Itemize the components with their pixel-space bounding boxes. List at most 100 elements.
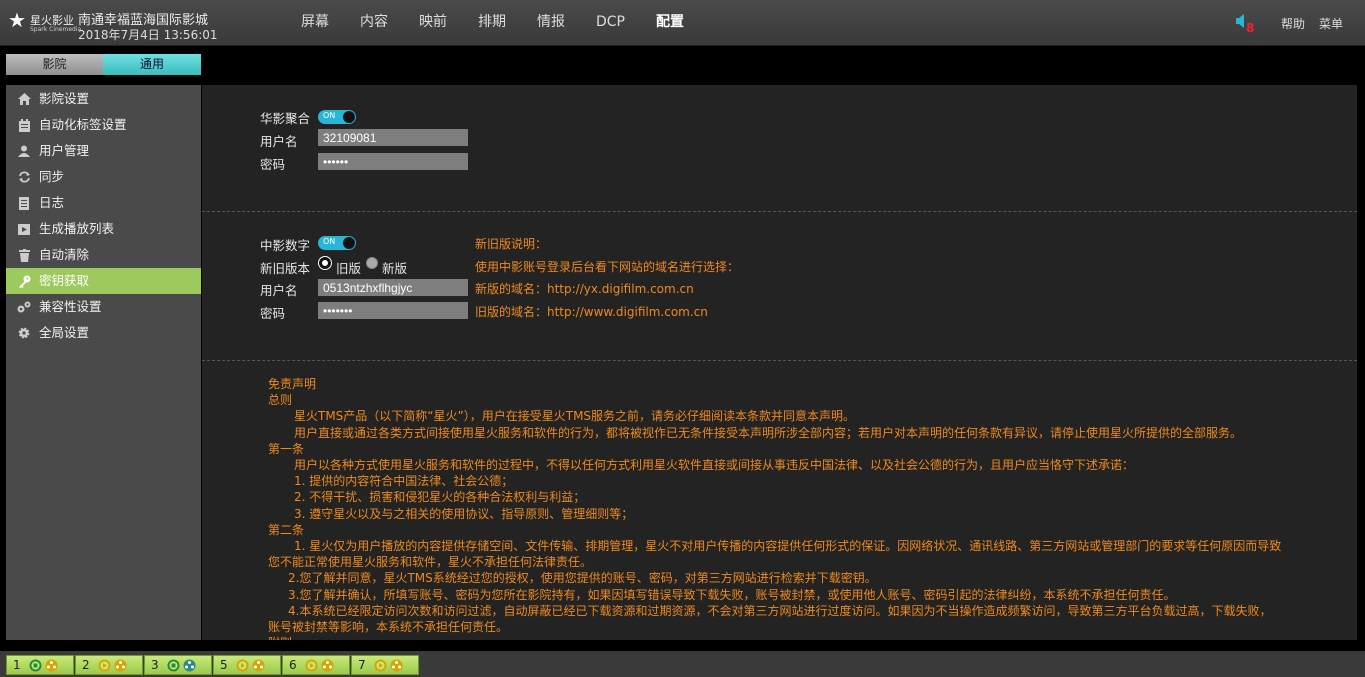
disclaimer-general: 总则 bbox=[268, 393, 293, 408]
zhongying-username-input[interactable] bbox=[318, 279, 468, 296]
reel-status-icon bbox=[183, 659, 196, 672]
sidebar-item-auto-clean[interactable]: 自动清除 bbox=[6, 242, 201, 268]
huaying-toggle[interactable]: ON bbox=[318, 110, 356, 124]
section-divider bbox=[202, 211, 1357, 212]
version-note-old-domain: 旧版的域名：http://www.digifilm.com.cn bbox=[475, 305, 708, 319]
nav-config[interactable]: 配置 bbox=[643, 0, 697, 46]
screen-button-3[interactable]: 3 bbox=[144, 655, 212, 675]
screen-number: 5 bbox=[220, 658, 228, 672]
playlist-icon bbox=[17, 222, 31, 236]
play-status-icon bbox=[374, 659, 387, 672]
section-divider bbox=[202, 360, 1357, 361]
gear-icon bbox=[17, 326, 31, 340]
nav-screen[interactable]: 屏幕 bbox=[288, 0, 342, 46]
logo-subtext: Spark Cinemedia bbox=[30, 26, 82, 33]
play-status-icon bbox=[98, 659, 111, 672]
screen-number: 3 bbox=[151, 658, 159, 672]
option-new-label: 新版 bbox=[382, 261, 408, 276]
zhongying-toggle[interactable]: ON bbox=[318, 236, 356, 250]
sidebar-item-label: 日志 bbox=[39, 195, 65, 210]
sidebar: 影院设置 自动化标签设置 用户管理 同步 日志 生成播放列表 自动清除 密钥获取… bbox=[6, 85, 201, 640]
toggle-knob bbox=[343, 237, 355, 249]
zhongying-label: 中影数字 bbox=[260, 238, 311, 253]
nav-content[interactable]: 内容 bbox=[347, 0, 401, 46]
huaying-password-input[interactable] bbox=[318, 153, 468, 170]
screen-number: 2 bbox=[82, 658, 90, 672]
menu-link[interactable]: 菜单 bbox=[1319, 15, 1343, 32]
sidebar-item-global-settings[interactable]: 全局设置 bbox=[6, 320, 201, 346]
nav-intel[interactable]: 情报 bbox=[524, 0, 578, 46]
radio-old-version[interactable] bbox=[319, 257, 331, 269]
sidebar-item-compatibility[interactable]: 兼容性设置 bbox=[6, 294, 201, 320]
nav-schedule[interactable]: 排期 bbox=[465, 0, 519, 46]
screen-status-bar: 1 2 3 5 6 7 bbox=[6, 655, 420, 675]
key-icon bbox=[17, 274, 31, 288]
help-link[interactable]: 帮助 bbox=[1281, 15, 1305, 32]
disclaimer-paragraph: 用户以各种方式使用星火服务和软件的过程中，不得以任何方式利用星火软件直接或间接从… bbox=[294, 458, 1135, 473]
disclaimer-paragraph: 用户直接或通过各类方式间接使用星火服务和软件的行为，都将被视作已无条件接受本声明… bbox=[294, 425, 1243, 440]
sidebar-item-automation-tags[interactable]: 自动化标签设置 bbox=[6, 112, 201, 138]
document-icon bbox=[17, 196, 31, 210]
disclaimer: 免责声明 总则 星火TMS产品（以下简称“星火”），用户在接受星火TMS服务之前… bbox=[268, 376, 1348, 640]
toggle-knob bbox=[343, 111, 355, 123]
option-old-label: 旧版 bbox=[336, 261, 362, 276]
main-panel: 华影聚合 ON 用户名 密码 中影数字 ON 新旧版本 旧版 新版 用户名 密码… bbox=[202, 85, 1357, 640]
toggle-state: ON bbox=[323, 111, 336, 120]
screen-button-7[interactable]: 7 bbox=[351, 655, 419, 675]
play-status-icon bbox=[236, 659, 249, 672]
reel-status-icon bbox=[114, 659, 127, 672]
screen-number: 7 bbox=[358, 658, 366, 672]
home-icon bbox=[17, 92, 31, 106]
datetime: 2018年7月4日 13:56:01 bbox=[78, 28, 218, 42]
config-tabs: 影院 通用 bbox=[6, 54, 201, 75]
sidebar-item-label: 兼容性设置 bbox=[39, 299, 102, 314]
huaying-username-input[interactable] bbox=[318, 129, 468, 146]
version-label: 新旧版本 bbox=[260, 261, 311, 276]
gears-icon bbox=[17, 300, 31, 314]
sidebar-item-label: 自动化标签设置 bbox=[39, 117, 127, 132]
sidebar-item-cinema-settings[interactable]: 影院设置 bbox=[6, 86, 201, 112]
reel-status-icon bbox=[390, 659, 403, 672]
play-status-icon bbox=[305, 659, 318, 672]
zhongying-password-label: 密码 bbox=[260, 306, 286, 321]
screen-number: 6 bbox=[289, 658, 297, 672]
zhongying-password-input[interactable] bbox=[318, 302, 468, 319]
disclaimer-paragraph: 账号被封禁等影响，本系统不承担任何责任。 bbox=[268, 620, 509, 635]
screen-button-1[interactable]: 1 bbox=[6, 655, 74, 675]
zhongying-username-label: 用户名 bbox=[260, 283, 298, 298]
disclaimer-article-2: 第二条 bbox=[268, 522, 305, 537]
disclaimer-paragraph: 2.您了解并同意，星火TMS系统经过您的授权，使用您提供的账号、密码，对第三方网… bbox=[288, 571, 877, 586]
alert-button[interactable]: 8 bbox=[1236, 14, 1260, 36]
disclaimer-list-item: 2. 不得干扰、损害和侵犯星火的各种合法权利与利益； bbox=[294, 490, 586, 505]
sidebar-item-generate-playlist[interactable]: 生成播放列表 bbox=[6, 216, 201, 242]
tab-general[interactable]: 通用 bbox=[103, 54, 201, 75]
nav-dcp[interactable]: DCP bbox=[583, 0, 638, 46]
sidebar-item-user-management[interactable]: 用户管理 bbox=[6, 138, 201, 164]
screen-button-2[interactable]: 2 bbox=[75, 655, 143, 675]
sidebar-item-key-fetch[interactable]: 密钥获取 bbox=[6, 268, 201, 294]
disclaimer-paragraph: 4.本系统已经限定访问次数和访问过滤，自动屏蔽已经已下载资源和过期资源，不会对第… bbox=[288, 603, 1272, 618]
sidebar-item-sync[interactable]: 同步 bbox=[6, 164, 201, 190]
disclaimer-paragraph: 星火TMS产品（以下简称“星火”），用户在接受星火TMS服务之前，请务必仔细阅读… bbox=[294, 409, 856, 424]
reel-status-icon bbox=[252, 659, 265, 672]
calendar-icon bbox=[17, 118, 31, 132]
star-logo-icon: ★ bbox=[8, 8, 26, 32]
disclaimer-list-item: 1. 提供的内容符合中国法律、社会公德； bbox=[294, 474, 514, 489]
reel-status-icon bbox=[321, 659, 334, 672]
sidebar-item-label: 全局设置 bbox=[39, 325, 90, 340]
radio-new-version[interactable] bbox=[366, 257, 378, 269]
tab-cinema[interactable]: 影院 bbox=[6, 54, 103, 75]
screen-button-6[interactable]: 6 bbox=[282, 655, 350, 675]
disclaimer-paragraph: 3.您了解并确认，所填写账号、密码为您所在影院持有，如果因填写错误导致下载失败，… bbox=[288, 587, 1176, 602]
sidebar-item-label: 生成播放列表 bbox=[39, 221, 115, 236]
logo: ★ 星火影业 Spark Cinemedia bbox=[6, 8, 81, 37]
sidebar-item-log[interactable]: 日志 bbox=[6, 190, 201, 216]
disclaimer-title: 免责声明 bbox=[268, 377, 317, 391]
screen-button-5[interactable]: 5 bbox=[213, 655, 281, 675]
stop-status-icon bbox=[29, 659, 42, 672]
disclaimer-annex: 附则 bbox=[268, 635, 1348, 640]
disclaimer-list-item: 3. 遵守星火以及与之相关的使用协议、指导原则、管理细则等； bbox=[294, 506, 634, 521]
nav-preshow[interactable]: 映前 bbox=[406, 0, 460, 46]
sidebar-item-label: 影院设置 bbox=[39, 91, 90, 106]
huaying-password-label: 密码 bbox=[260, 157, 286, 172]
